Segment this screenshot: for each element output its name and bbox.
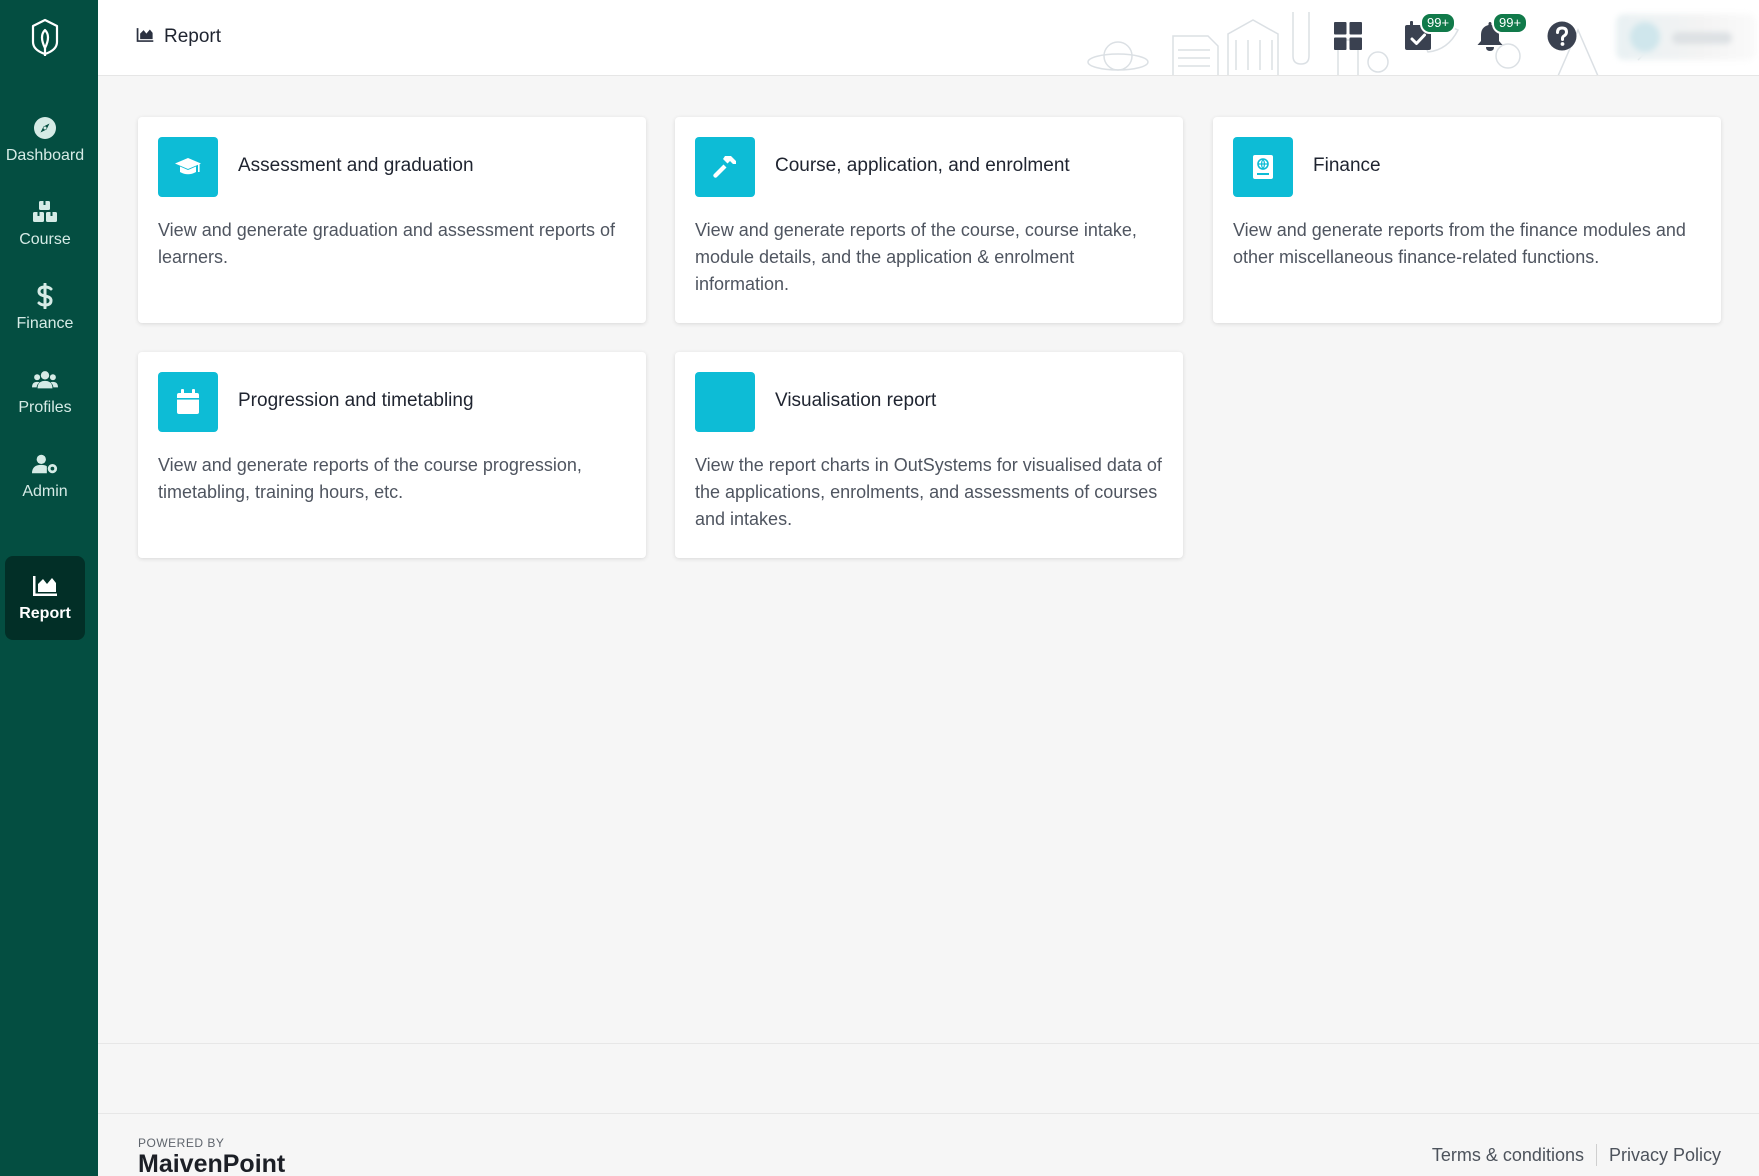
card-description: View and generate graduation and assessm… <box>158 220 615 267</box>
brand-logo: MaivenPoint <box>138 1150 286 1176</box>
grid-icon <box>1334 21 1362 55</box>
app-logo-icon[interactable] <box>25 16 65 58</box>
card-title: Course, application, and enrolment <box>775 155 1070 176</box>
report-card-course[interactable]: Course, application, and enrolment View … <box>675 117 1183 323</box>
content-divider <box>98 1043 1759 1044</box>
sidebar-item-label: Report <box>19 605 71 622</box>
powered-by-label: POWERED BY <box>138 1136 225 1150</box>
card-description: View and generate reports of the course,… <box>695 220 1137 294</box>
sidebar-item-label: Dashboard <box>5 147 85 164</box>
sidebar-item-finance[interactable]: Finance <box>5 266 85 350</box>
card-description: View and generate reports from the finan… <box>1233 220 1686 267</box>
users-icon <box>32 367 58 393</box>
sidebar-item-dashboard[interactable]: Dashboard <box>5 98 85 182</box>
report-card-assessment[interactable]: Assessment and graduation View and gener… <box>138 117 646 323</box>
decorative-doodles-icon <box>1087 12 1679 75</box>
card-title: Assessment and graduation <box>238 155 474 176</box>
card-description: View the report charts in OutSystems for… <box>695 455 1162 529</box>
breadcrumb: Report <box>136 22 221 52</box>
tasks-badge: 99+ <box>1420 12 1457 34</box>
footer-divider <box>1595 1144 1597 1166</box>
card-title: Progression and timetabling <box>238 390 474 411</box>
report-card-progression[interactable]: Progression and timetabling View and gen… <box>138 352 646 558</box>
top-header: Report 99+ 99+ <box>98 0 1759 76</box>
footer: POWERED BY MaivenPoint Terms & condition… <box>98 1113 1759 1176</box>
area-chart-icon <box>136 27 154 48</box>
report-card-finance[interactable]: Finance View and generate reports from t… <box>1213 117 1721 323</box>
tasks-button[interactable]: 99+ <box>1398 12 1457 58</box>
sidebar: Dashboard Course Finance Profiles Admin … <box>0 0 98 1176</box>
chart-icon <box>695 372 755 432</box>
calendar-icon <box>158 372 218 432</box>
ledger-book-icon <box>1233 137 1293 197</box>
hammer-icon <box>695 137 755 197</box>
sidebar-item-label: Course <box>19 231 71 248</box>
sidebar-item-course[interactable]: Course <box>5 182 85 266</box>
sidebar-item-profiles[interactable]: Profiles <box>5 350 85 434</box>
sidebar-item-admin[interactable]: Admin <box>5 434 85 518</box>
privacy-link[interactable]: Privacy Policy <box>1609 1145 1721 1166</box>
card-title: Visualisation report <box>775 390 937 411</box>
card-title: Finance <box>1313 155 1381 176</box>
help-button[interactable] <box>1542 18 1582 58</box>
terms-link[interactable]: Terms & conditions <box>1432 1145 1584 1166</box>
user-gear-icon <box>32 451 58 477</box>
sidebar-item-label: Admin <box>22 483 68 500</box>
page-title: Report <box>164 26 222 47</box>
boxes-icon <box>32 199 58 225</box>
apps-grid-button[interactable] <box>1328 18 1368 58</box>
sidebar-item-report[interactable]: Report <box>5 556 85 640</box>
notifications-badge: 99+ <box>1492 12 1529 34</box>
footer-links: Terms & conditions Privacy Policy <box>1432 1144 1721 1166</box>
sidebar-item-label: Profiles <box>18 399 72 416</box>
card-description: View and generate reports of the course … <box>158 455 582 502</box>
notifications-button[interactable]: 99+ <box>1470 12 1529 58</box>
area-chart-icon <box>32 573 58 599</box>
sidebar-item-label: Finance <box>16 315 74 332</box>
compass-icon <box>32 115 58 141</box>
help-icon <box>1547 21 1577 56</box>
user-menu[interactable] <box>1616 14 1756 60</box>
dollar-icon <box>32 283 58 309</box>
report-card-visualisation[interactable]: Visualisation report View the report cha… <box>675 352 1183 558</box>
graduation-cap-icon <box>158 137 218 197</box>
